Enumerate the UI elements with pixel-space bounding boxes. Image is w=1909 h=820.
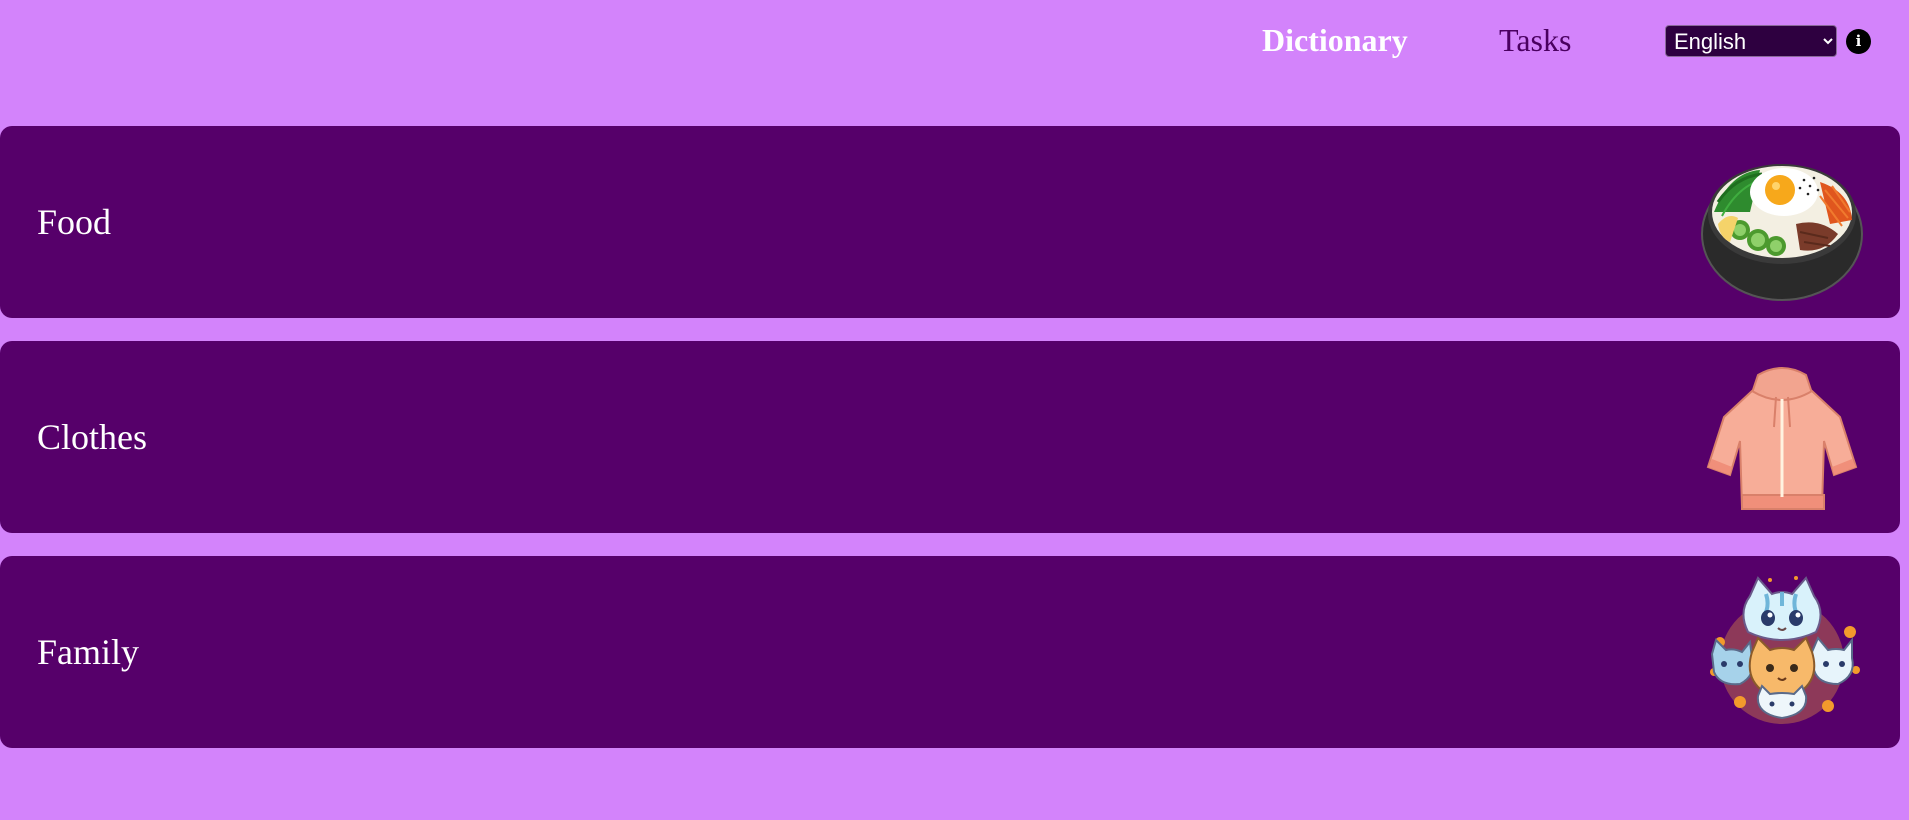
nav-tasks-link[interactable]: Tasks xyxy=(1499,20,1571,60)
category-label: Food xyxy=(37,202,112,242)
nav-dictionary-link[interactable]: Dictionary xyxy=(1262,20,1408,60)
pink-hoodie-icon xyxy=(1706,367,1858,510)
cat-family-icon xyxy=(1710,576,1860,724)
category-card-family[interactable]: Family xyxy=(0,556,1900,748)
language-select[interactable]: English xyxy=(1665,25,1837,57)
info-icon[interactable]: i xyxy=(1846,29,1871,54)
bibimbap-bowl-icon xyxy=(1701,164,1863,301)
category-card-clothes[interactable]: Clothes xyxy=(0,341,1900,533)
category-label: Clothes xyxy=(37,417,148,457)
category-label: Family xyxy=(37,632,140,672)
top-navigation: Dictionary Tasks English i xyxy=(0,0,1909,80)
category-card-food[interactable]: Food xyxy=(0,126,1900,318)
category-list: Food Clothes Family xyxy=(0,126,1900,771)
